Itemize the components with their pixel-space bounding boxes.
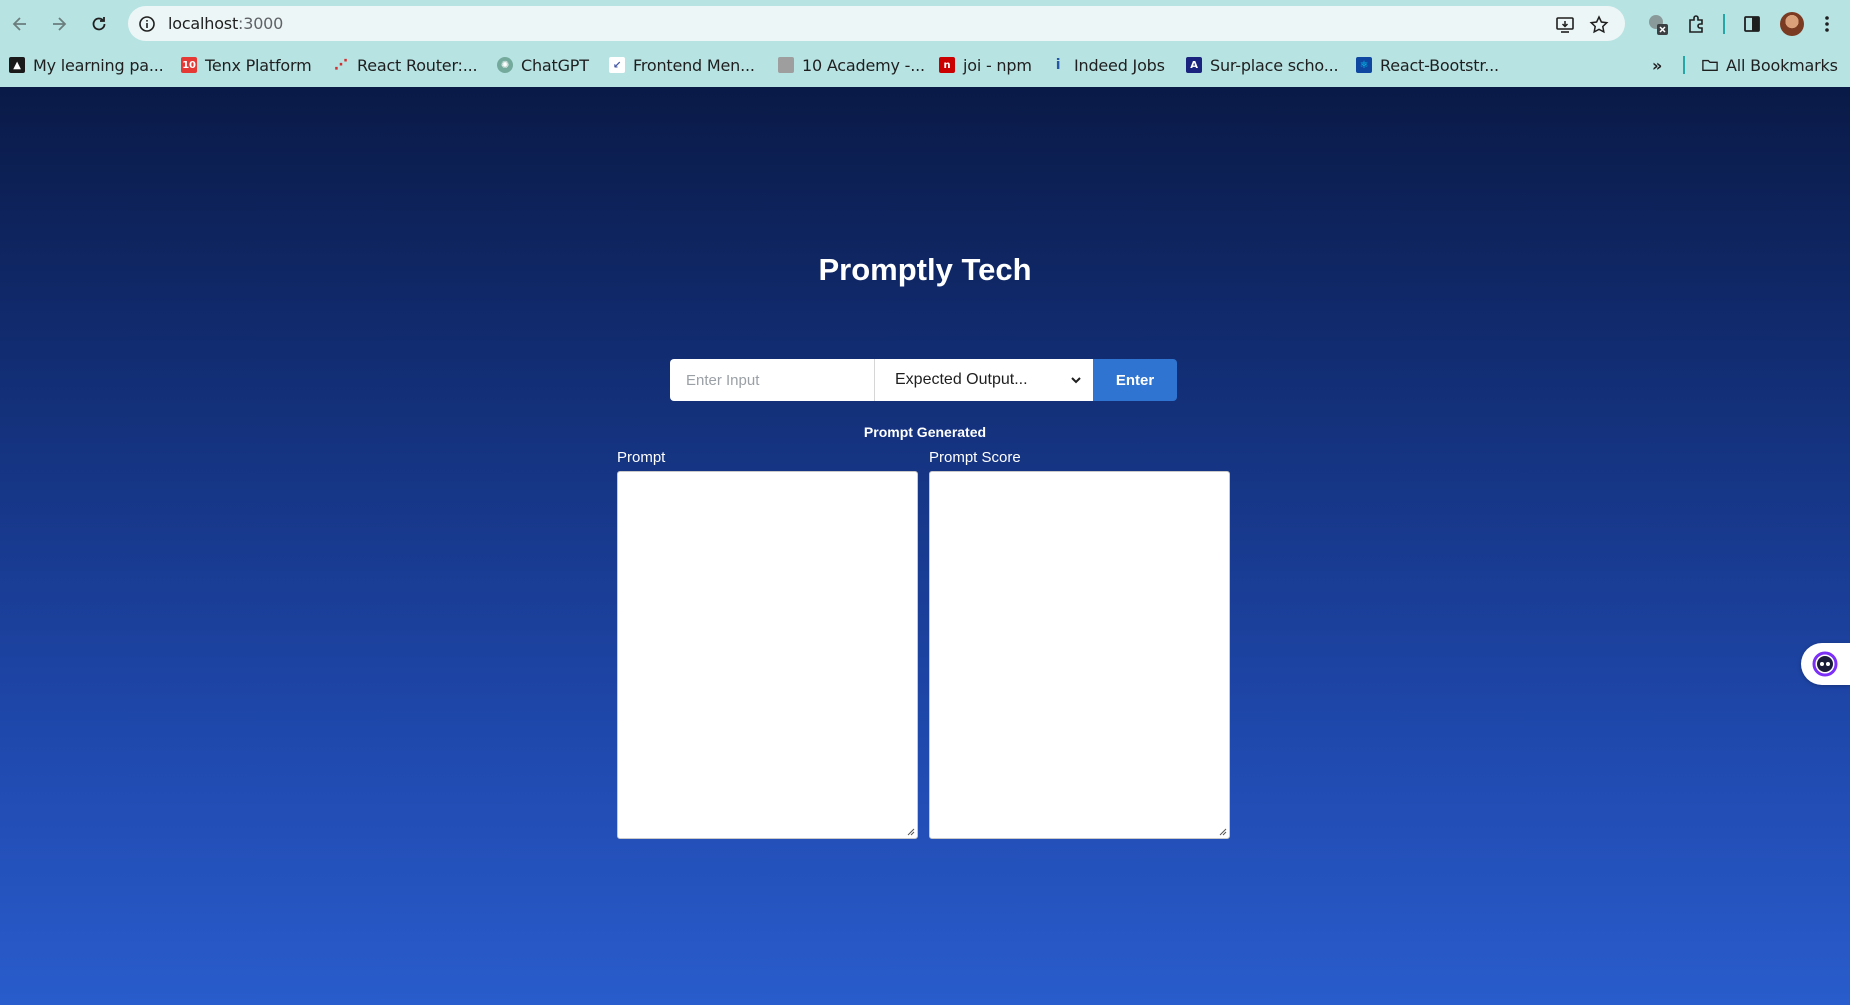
enter-button[interactable]: Enter <box>1093 359 1177 401</box>
react-router-icon: ⋰ <box>334 57 348 73</box>
prompt-generated-heading: Prompt Generated <box>863 424 987 440</box>
tenx-icon: 10 <box>181 57 197 73</box>
bookmark-label: My learning pa... <box>33 55 164 75</box>
profile-avatar[interactable] <box>1780 12 1804 36</box>
site-info-icon[interactable] <box>136 13 158 35</box>
prompt-label: Prompt <box>617 449 666 466</box>
page-title: Promptly Tech <box>818 252 1032 287</box>
surplace-icon: A <box>1186 57 1202 73</box>
url-port: :3000 <box>238 14 284 33</box>
assistant-face-icon <box>1812 651 1838 677</box>
assistant-widget-button[interactable] <box>1801 643 1850 685</box>
prompt-form: Expected Output... Enter <box>670 359 1177 401</box>
extensions-puzzle-icon[interactable] <box>1683 11 1709 37</box>
bookmark-item[interactable]: ⋰ React Router:... <box>333 53 478 77</box>
bookmark-item[interactable]: ▲ My learning pa... <box>9 53 164 77</box>
all-bookmarks-button[interactable]: All Bookmarks <box>1702 53 1838 77</box>
bookmark-item[interactable]: ✺ ChatGPT <box>497 53 589 77</box>
bookmark-label: React-Bootstr... <box>1380 55 1499 75</box>
expected-output-select[interactable]: Expected Output... <box>874 359 1093 401</box>
folder-icon <box>1702 57 1718 73</box>
app-page: Promptly Tech Expected Output... Enter P… <box>0 87 1850 1005</box>
url-text[interactable]: localhost:3000 <box>168 14 283 33</box>
forward-button[interactable] <box>45 10 73 38</box>
bookmark-item[interactable]: ⚛ React-Bootstr... <box>1356 53 1499 77</box>
bookmark-label: Indeed Jobs <box>1074 55 1165 75</box>
chatgpt-icon: ✺ <box>497 57 513 73</box>
extension-x-icon[interactable] <box>1645 11 1671 37</box>
resize-handle-icon[interactable] <box>1219 828 1227 836</box>
browser-menu-icon[interactable] <box>1814 11 1840 37</box>
bookmarks-bar: ▲ My learning pa... 10 Tenx Platform ⋰ R… <box>0 50 1850 80</box>
bookmark-label: joi - npm <box>963 55 1032 75</box>
bookmark-label: ChatGPT <box>521 55 589 75</box>
bookmark-label: Sur-place scho... <box>1210 55 1339 75</box>
bookmarks-divider <box>1683 56 1685 74</box>
url-host: localhost <box>168 14 239 33</box>
bookmark-label: Tenx Platform <box>205 55 312 75</box>
back-button[interactable] <box>6 10 34 38</box>
select-value: Expected Output... <box>895 371 1028 388</box>
reload-button[interactable] <box>85 10 113 38</box>
npm-icon: n <box>939 57 955 73</box>
input-field[interactable] <box>670 359 874 401</box>
all-bookmarks-label: All Bookmarks <box>1726 55 1838 75</box>
academy-icon <box>778 57 794 73</box>
more-bookmarks-button[interactable]: » <box>1652 53 1662 77</box>
indeed-icon: i <box>1055 57 1061 73</box>
bookmark-item[interactable]: n joi - npm <box>939 53 1032 77</box>
address-bar[interactable]: localhost:3000 <box>128 6 1625 41</box>
bookmark-label: 10 Academy -... <box>802 55 925 75</box>
toolbar-divider <box>1723 14 1725 34</box>
side-panel-icon[interactable] <box>1739 11 1765 37</box>
frontend-mentor-icon: ↙ <box>609 57 625 73</box>
bookmark-item[interactable]: i Indeed Jobs <box>1050 53 1165 77</box>
bookmark-star-icon[interactable] <box>1588 14 1610 36</box>
browser-chrome: localhost:3000 ▲ My learning pa... 10 Te… <box>0 0 1850 87</box>
chevron-down-icon <box>1071 377 1081 384</box>
reload-icon <box>92 17 106 31</box>
prompt-score-textarea[interactable] <box>929 471 1230 839</box>
prompt-textarea[interactable] <box>617 471 918 839</box>
browser-toolbar: localhost:3000 <box>0 0 1850 48</box>
resize-handle-icon[interactable] <box>907 828 915 836</box>
learning-icon: ▲ <box>9 57 25 73</box>
forward-arrow-icon <box>53 17 67 31</box>
bookmark-item[interactable]: A Sur-place scho... <box>1186 53 1339 77</box>
bookmark-label: Frontend Men... <box>633 55 755 75</box>
bookmark-label: React Router:... <box>357 55 478 75</box>
bookmark-item[interactable]: 10 Tenx Platform <box>181 53 312 77</box>
prompt-score-label: Prompt Score <box>929 449 1021 466</box>
bookmark-item[interactable]: ↙ Frontend Men... <box>609 53 755 77</box>
bookmark-item[interactable]: 10 Academy -... <box>778 53 925 77</box>
install-app-icon[interactable] <box>1554 14 1576 36</box>
back-arrow-icon <box>12 17 26 31</box>
react-bootstrap-icon: ⚛ <box>1356 57 1372 73</box>
